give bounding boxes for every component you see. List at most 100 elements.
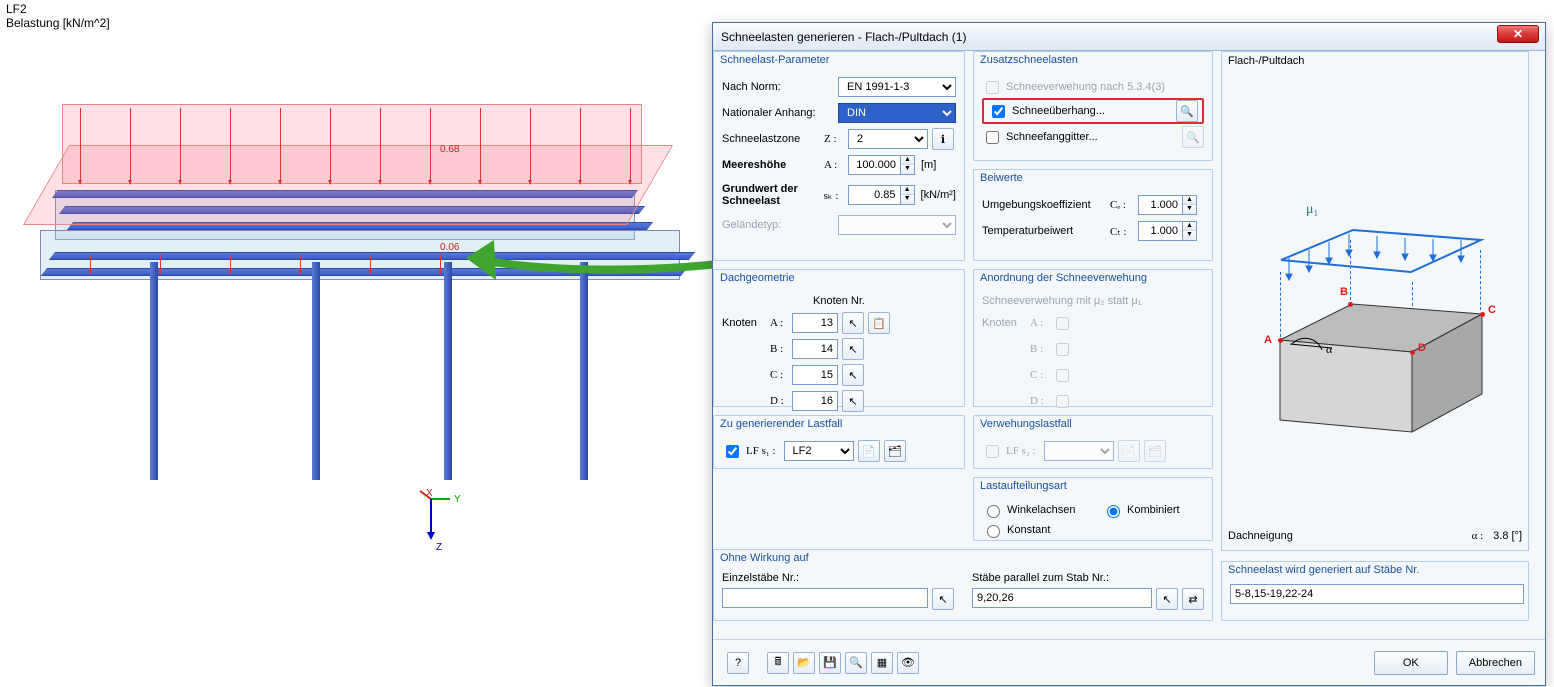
overhang-checkbox[interactable] <box>992 105 1005 118</box>
group-without-effect: Ohne Wirkung auf Einzelstäbe Nr.: ↖ Stäb… <box>713 549 1213 621</box>
drift-d-checkbox <box>1056 395 1069 408</box>
snowguard-checkbox[interactable] <box>986 131 999 144</box>
picker-icon[interactable]: ↖ <box>842 364 864 386</box>
table-icon[interactable]: ▦ <box>871 652 893 674</box>
group-title: Zu generierender Lastfall <box>720 418 842 430</box>
overhang-row-highlight: Schneeüberhang... 🔍 <box>982 98 1204 124</box>
annex-select[interactable]: DIN <box>838 103 956 123</box>
group-title: Zusatzschneelasten <box>980 54 1078 66</box>
ce-sym: Cₑ : <box>1110 199 1138 211</box>
zone-sym: Z : <box>824 133 848 145</box>
cancel-button[interactable]: Abbrechen <box>1456 651 1535 675</box>
load-surface <box>23 145 673 225</box>
spin-down-icon[interactable]: ▼ <box>901 165 914 174</box>
spin-up-icon[interactable]: ▲ <box>1183 222 1196 231</box>
single-members-input[interactable] <box>722 588 928 608</box>
ct-sym: Cₜ : <box>1110 225 1138 238</box>
picker-icon[interactable]: ↖ <box>932 588 954 610</box>
node-d-input[interactable] <box>792 391 838 411</box>
opt-axis[interactable]: Winkelachsen <box>982 502 1102 518</box>
help-icon[interactable]: ? <box>727 652 749 674</box>
group-drift-loadcase: Verwehungslastfall LF s₂ : 📄 🗂 <box>973 415 1213 469</box>
ce-label: Umgebungskoeffizient <box>982 199 1110 211</box>
group-distribution: Lastaufteilungsart Winkelachsen Kombinie… <box>973 477 1213 541</box>
spin-down-icon[interactable]: ▼ <box>1183 231 1196 240</box>
dialog-footer: ? 🖩 📂 💾 🔍 ▦ 👁 OK Abbrechen <box>713 639 1545 685</box>
magnifier-icon: 🔍 <box>1182 126 1204 148</box>
list-icon[interactable]: 📋 <box>868 312 890 334</box>
load-value-edge: 0.06 <box>440 242 459 253</box>
picker-icon[interactable]: ↖ <box>1156 588 1178 610</box>
spin-down-icon[interactable]: ▼ <box>1183 205 1196 214</box>
preview-block-icon <box>1272 292 1494 442</box>
pt-b: B <box>1340 286 1348 298</box>
norm-label: Nach Norm: <box>722 81 838 93</box>
norm-select[interactable]: EN 1991-1-3 <box>838 77 956 97</box>
browse-lc-icon[interactable]: 🗂 <box>884 440 906 462</box>
load-unit-label: Belastung [kN/m^2] <box>6 16 110 30</box>
altitude-spinner[interactable]: ▲▼ <box>848 155 915 175</box>
snowguard-label: Schneefanggitter... <box>1006 131 1178 143</box>
group-title: Schneelast wird generiert auf Stäbe Nr. <box>1228 564 1419 576</box>
magnifier-icon[interactable]: 🔍 <box>1176 100 1198 122</box>
new-lc-icon[interactable]: 📄 <box>858 440 880 462</box>
terrain-select <box>838 215 956 235</box>
ce-input[interactable] <box>1138 195 1182 215</box>
node-b-input[interactable] <box>792 339 838 359</box>
info-icon[interactable]: ℹ <box>932 128 954 150</box>
drift-a-sym: A : <box>1030 317 1052 329</box>
spin-down-icon[interactable]: ▼ <box>901 195 914 204</box>
sk-input[interactable] <box>848 185 900 205</box>
lc1-select[interactable]: LF2 <box>784 441 854 461</box>
ce-spinner[interactable]: ▲▼ <box>1138 195 1197 215</box>
spin-up-icon[interactable]: ▲ <box>901 156 914 165</box>
reverse-icon[interactable]: ⇄ <box>1182 588 1204 610</box>
parallel-label: Stäbe parallel zum Stab Nr.: <box>972 572 1204 584</box>
picker-icon[interactable]: ↖ <box>842 338 864 360</box>
drift-c-sym: C : <box>1030 369 1052 381</box>
eye-icon[interactable]: 👁 <box>897 652 919 674</box>
calculator-icon[interactable]: 🖩 <box>767 652 789 674</box>
lc2-checkbox <box>986 445 999 458</box>
lc2-select <box>1044 441 1114 461</box>
node-a-sym: A : <box>770 317 792 329</box>
picker-icon[interactable]: ↖ <box>842 390 864 412</box>
altitude-input[interactable] <box>848 155 900 175</box>
node-a-input[interactable] <box>792 313 838 333</box>
overhang-label: Schneeüberhang... <box>1012 105 1172 117</box>
lc2-label: LF s₂ : <box>1006 445 1036 457</box>
sk-sym: sₖ : <box>824 189 848 202</box>
ct-label: Temperaturbeiwert <box>982 225 1110 237</box>
open-icon[interactable]: 📂 <box>793 652 815 674</box>
browse-lc-icon: 🗂 <box>1144 440 1166 462</box>
opt-constant[interactable]: Konstant <box>982 522 1050 538</box>
slope-label: Dachneigung <box>1228 530 1293 542</box>
ct-spinner[interactable]: ▲▼ <box>1138 221 1197 241</box>
zone-select[interactable]: 2 <box>848 129 928 149</box>
target-members-input[interactable] <box>1230 584 1524 604</box>
save-icon[interactable]: 💾 <box>819 652 841 674</box>
ok-button[interactable]: OK <box>1374 651 1448 675</box>
ct-input[interactable] <box>1138 221 1182 241</box>
drift-label: Schneeverwehung nach 5.3.4(3) <box>1006 81 1165 93</box>
close-button[interactable]: ✕ <box>1497 25 1539 43</box>
drift-b-checkbox <box>1056 343 1069 356</box>
parallel-members-input[interactable] <box>972 588 1152 608</box>
sk-spinner[interactable]: ▲▼ <box>848 185 915 205</box>
opt-combined[interactable]: Kombiniert <box>1102 502 1180 518</box>
dialog-titlebar[interactable]: Schneelasten generieren - Flach-/Pultdac… <box>713 23 1545 51</box>
zoom-icon[interactable]: 🔍 <box>845 652 867 674</box>
group-target-members: Schneelast wird generiert auf Stäbe Nr. <box>1221 561 1529 621</box>
sk-unit: [kN/m²] <box>921 189 956 201</box>
group-drift-geometry: Anordnung der Schneeverwehung Schneeverw… <box>973 269 1213 407</box>
drift-hint: Schneeverwehung mit μ₂ statt μ₁ <box>982 295 1141 307</box>
lc1-checkbox[interactable] <box>726 445 739 458</box>
slope-value: 3.8 [°] <box>1493 530 1522 542</box>
node-d-sym: D : <box>770 395 792 407</box>
viewport-label: LF2 Belastung [kN/m^2] <box>6 2 110 30</box>
spin-up-icon[interactable]: ▲ <box>1183 196 1196 205</box>
annex-label: Nationaler Anhang: <box>722 107 838 119</box>
spin-up-icon[interactable]: ▲ <box>901 186 914 195</box>
picker-icon[interactable]: ↖ <box>842 312 864 334</box>
node-c-input[interactable] <box>792 365 838 385</box>
